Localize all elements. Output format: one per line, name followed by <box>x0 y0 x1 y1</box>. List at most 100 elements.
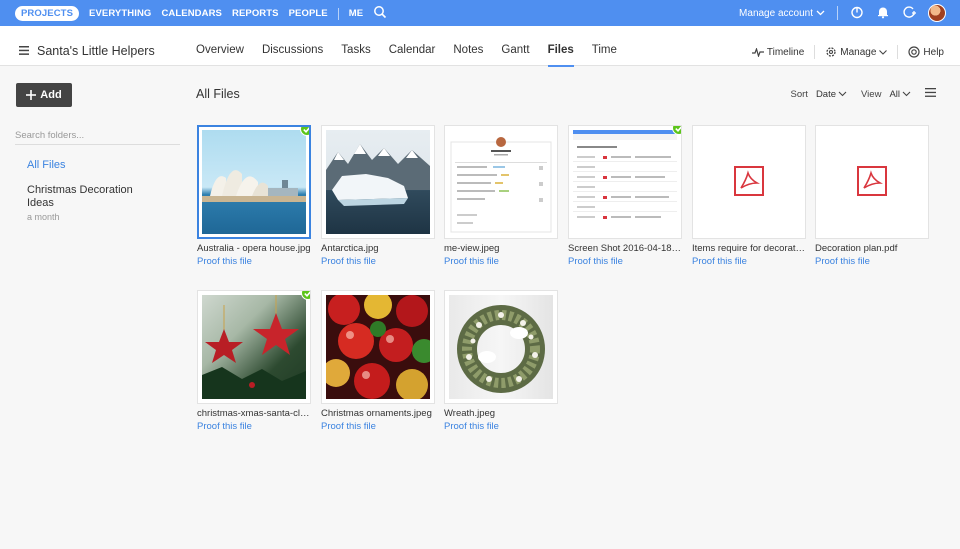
file-thumbnail[interactable] <box>692 125 806 239</box>
file-name[interactable]: me-view.jpeg <box>444 243 558 254</box>
nav-people[interactable]: PEOPLE <box>289 8 328 19</box>
sort-view-controls: Sort Date View All <box>790 88 936 100</box>
nav-everything[interactable]: EVERYTHING <box>89 8 151 19</box>
wreath-photo <box>449 295 553 399</box>
file-thumbnail[interactable] <box>815 125 929 239</box>
menu-icon[interactable] <box>19 46 29 58</box>
opera-house-photo <box>202 130 306 234</box>
global-nav: PROJECTS EVERYTHING CALENDARS REPORTS PE… <box>15 5 387 22</box>
account-area: Manage account <box>739 4 946 22</box>
file-name[interactable]: Christmas ornaments.jpeg <box>321 408 435 419</box>
file-thumbnail[interactable] <box>444 290 558 404</box>
divider <box>897 45 899 59</box>
file-card[interactable]: Antarctica.jpg Proof this file <box>321 125 435 267</box>
tab-tasks[interactable]: Tasks <box>341 44 370 66</box>
timer-icon[interactable] <box>850 5 864 22</box>
proof-link[interactable]: Proof this file <box>197 256 311 267</box>
manage-account-dropdown[interactable]: Manage account <box>739 8 825 19</box>
tab-discussions[interactable]: Discussions <box>262 44 323 66</box>
view-dropdown[interactable]: All <box>889 89 911 100</box>
app-screenshot <box>573 130 677 234</box>
search-icon[interactable] <box>373 5 387 22</box>
add-label: Add <box>40 89 62 101</box>
folder-date: a month <box>27 212 60 222</box>
proof-link[interactable]: Proof this file <box>321 256 435 267</box>
divider <box>837 6 838 20</box>
chevron-down-icon <box>838 91 847 97</box>
file-thumbnail[interactable] <box>321 125 435 239</box>
file-card[interactable]: Christmas ornaments.jpeg Proof this file <box>321 290 435 432</box>
project-tabs: Overview Discussions Tasks Calendar Note… <box>196 44 635 67</box>
add-button[interactable]: Add <box>16 83 72 107</box>
file-name[interactable]: Australia - opera house.jpg <box>197 243 311 254</box>
timeline-label: Timeline <box>766 46 805 58</box>
file-name[interactable]: Screen Shot 2016-04-18 at 1... <box>568 243 682 254</box>
nav-calendars[interactable]: CALENDARS <box>161 8 222 19</box>
tab-calendar[interactable]: Calendar <box>389 44 436 66</box>
manage-account-label: Manage account <box>739 7 813 19</box>
profile-screenshot <box>449 130 553 234</box>
approved-check-icon <box>300 127 309 136</box>
proof-link[interactable]: Proof this file <box>692 256 806 267</box>
tab-time[interactable]: Time <box>592 44 617 66</box>
search-folders-input[interactable] <box>15 127 180 145</box>
file-card[interactable]: Wreath.jpeg Proof this file <box>444 290 558 432</box>
nav-me[interactable]: ME <box>349 8 363 19</box>
user-avatar[interactable] <box>928 4 946 22</box>
plus-icon <box>26 90 37 100</box>
file-card[interactable]: Items require for decorations... Proof t… <box>692 125 806 267</box>
nav-projects[interactable]: PROJECTS <box>15 6 80 21</box>
chevron-down-icon <box>816 10 825 16</box>
file-name[interactable]: Decoration plan.pdf <box>815 243 929 254</box>
top-bar: PROJECTS EVERYTHING CALENDARS REPORTS PE… <box>0 0 960 26</box>
timeline-button[interactable]: Timeline <box>751 46 805 58</box>
file-name[interactable]: Items require for decorations... <box>692 243 806 254</box>
red-stars-photo <box>202 295 306 399</box>
file-card[interactable]: christmas-xmas-santa-claus... Proof this… <box>197 290 311 432</box>
file-name[interactable]: Antarctica.jpg <box>321 243 435 254</box>
proof-link[interactable]: Proof this file <box>444 421 558 432</box>
bell-icon[interactable] <box>876 5 890 22</box>
folder-christmas-decoration-ideas[interactable]: Christmas Decoration Ideas <box>27 184 157 210</box>
sort-dropdown[interactable]: Date <box>816 89 847 100</box>
iceberg-photo <box>326 130 430 234</box>
project-header: Santa's Little Helpers Overview Discussi… <box>0 26 960 67</box>
project-title[interactable]: Santa's Little Helpers <box>37 44 155 58</box>
tab-notes[interactable]: Notes <box>453 44 483 66</box>
help-button[interactable]: Help <box>908 46 944 58</box>
file-card[interactable]: Screen Shot 2016-04-18 at 1... Proof thi… <box>568 125 682 267</box>
tab-overview[interactable]: Overview <box>196 44 244 66</box>
file-name[interactable]: Wreath.jpeg <box>444 408 558 419</box>
file-thumbnail[interactable] <box>197 125 311 239</box>
manage-label: Manage <box>840 46 877 58</box>
proof-link[interactable]: Proof this file <box>197 421 311 432</box>
file-card[interactable]: me-view.jpeg Proof this file <box>444 125 558 267</box>
list-view-icon[interactable] <box>925 88 936 100</box>
proof-link[interactable]: Proof this file <box>444 256 558 267</box>
pdf-icon <box>857 165 887 199</box>
proof-link[interactable]: Proof this file <box>568 256 682 267</box>
tab-files[interactable]: Files <box>547 44 575 67</box>
file-thumbnail[interactable] <box>321 290 435 404</box>
gear-icon <box>826 47 836 57</box>
manage-dropdown[interactable]: Manage <box>825 46 888 58</box>
pdf-icon <box>734 165 764 199</box>
folder-all-files[interactable]: All Files <box>27 159 66 171</box>
nav-reports[interactable]: REPORTS <box>232 8 279 19</box>
file-card[interactable]: Australia - opera house.jpg Proof this f… <box>197 125 311 267</box>
lifebuoy-icon <box>908 46 921 58</box>
file-name[interactable]: christmas-xmas-santa-claus... <box>197 408 311 419</box>
nav-divider <box>337 7 339 20</box>
proof-link[interactable]: Proof this file <box>321 421 435 432</box>
file-thumbnail[interactable] <box>568 125 682 239</box>
chevron-down-icon <box>879 49 888 55</box>
view-value: All <box>889 88 900 100</box>
file-card[interactable]: Decoration plan.pdf Proof this file <box>815 125 929 267</box>
file-thumbnail[interactable] <box>444 125 558 239</box>
proof-link[interactable]: Proof this file <box>815 256 929 267</box>
help-label: Help <box>923 46 944 58</box>
quick-add-icon[interactable] <box>902 5 916 22</box>
tab-gantt[interactable]: Gantt <box>501 44 529 66</box>
file-thumbnail[interactable] <box>197 290 311 404</box>
sort-label: Sort <box>790 88 808 100</box>
